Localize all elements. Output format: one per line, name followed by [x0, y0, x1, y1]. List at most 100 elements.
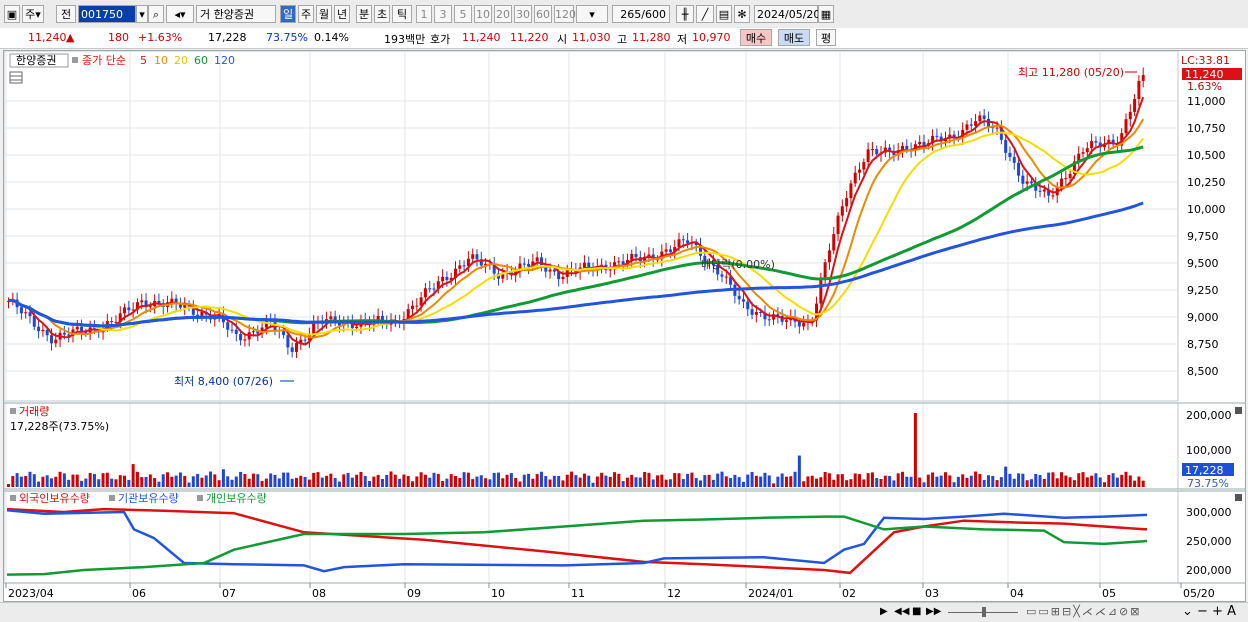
tab-month[interactable]: 월 — [316, 5, 332, 23]
candle-body — [411, 305, 415, 310]
interval-dropdown[interactable]: ▾ — [576, 5, 608, 23]
tab-minute[interactable]: 분 — [356, 5, 372, 23]
interval-30[interactable]: 30 — [514, 5, 532, 23]
volume-bar — [368, 480, 372, 487]
legend-square-icon — [197, 495, 203, 501]
volume-bar — [49, 478, 53, 487]
zoom-controls-icons[interactable]: ⌄ − + A — [1182, 604, 1244, 620]
price-tick-label: 9,500 — [1187, 257, 1219, 270]
volume-bar — [1051, 472, 1055, 487]
search-icon[interactable]: ⌕ — [148, 5, 164, 23]
volume-bar — [140, 477, 144, 487]
volume-bar — [286, 472, 290, 487]
calendar-icon[interactable]: ▦ — [818, 5, 834, 23]
fast-forward-icon[interactable]: ▶▶ — [926, 606, 941, 618]
chevron-down-icon[interactable]: ▾ — [136, 5, 148, 23]
candle-body — [862, 162, 866, 170]
volume-bar — [643, 471, 647, 487]
volume-bar — [471, 479, 475, 487]
date-field[interactable]: 2024/05/20 — [754, 5, 820, 23]
volume-bar — [840, 474, 844, 487]
x-tick-label: 2023/04 — [8, 587, 54, 600]
open-label: 시 — [557, 33, 568, 46]
volume-bar — [273, 474, 277, 487]
volume-bar — [875, 478, 879, 487]
candle-body — [230, 329, 234, 331]
candle-body — [737, 295, 741, 300]
candle-icon[interactable]: ╫ — [676, 5, 694, 23]
holdings-close-icon[interactable] — [1235, 494, 1242, 501]
drawing-tools-icons[interactable]: ▭▭⊞⊟╳⋌⋌⊿⊘⊠ — [1026, 605, 1176, 619]
ma-label: 종가 단순 — [82, 54, 126, 67]
save-icon[interactable]: ▤ — [716, 5, 732, 23]
sell-button[interactable]: 매도 — [778, 29, 810, 46]
candle-body — [286, 335, 290, 348]
volume-bar — [183, 475, 187, 487]
table-icon[interactable] — [9, 71, 23, 84]
volume-bar — [269, 473, 273, 487]
candle-body — [840, 206, 844, 216]
interval-20[interactable]: 20 — [494, 5, 512, 23]
candle-body — [75, 326, 79, 330]
volume-bar — [561, 480, 565, 487]
interval-60[interactable]: 60 — [534, 5, 552, 23]
volume-bar — [290, 478, 294, 487]
rewind-icon[interactable]: ◀◀ — [894, 606, 909, 618]
volume-bar — [1047, 472, 1051, 487]
window-icon[interactable]: ▣ — [4, 5, 20, 23]
x-tick-label: 2024/01 — [748, 587, 794, 600]
type-dropdown[interactable]: 주▾ — [22, 5, 44, 23]
candle-body — [767, 319, 771, 321]
volume-bar — [750, 471, 754, 487]
volume-bar — [858, 474, 862, 487]
count-field[interactable]: 265/600 — [612, 5, 670, 23]
price-chart-svg[interactable]: 한양증권 종가 단순 5 10 20 60 120 최고 11,280 (05/… — [4, 51, 1245, 601]
volume-last-value: 17,228 — [1185, 464, 1224, 477]
volume-bar — [226, 476, 230, 487]
volume-bar — [67, 479, 71, 487]
candle-body — [303, 339, 307, 341]
ma-60-label: 60 — [194, 54, 208, 67]
volume-bar — [733, 474, 737, 487]
volume-bar — [772, 483, 776, 487]
tab-tick[interactable]: 틱 — [392, 5, 412, 23]
candle-body — [1008, 152, 1012, 158]
volume-bar — [350, 477, 354, 487]
volume-bar — [660, 474, 664, 487]
scroll-right-icon[interactable]: ▶ — [880, 606, 890, 618]
interval-10[interactable]: 10 — [474, 5, 492, 23]
zoom-slider-handle[interactable] — [982, 607, 986, 617]
chart-area[interactable]: 한양증권 종가 단순 5 10 20 60 120 최고 11,280 (05/… — [3, 50, 1246, 602]
stock-name-field[interactable]: 거 한양증권 — [196, 5, 276, 23]
candle-body — [849, 183, 853, 199]
buy-button[interactable]: 매수 — [740, 29, 772, 46]
tab-day[interactable]: 일 — [280, 5, 296, 23]
stock-code-input[interactable]: 001750 — [78, 5, 136, 23]
x-tick-label: 10 — [491, 587, 505, 600]
interval-3[interactable]: 3 — [434, 5, 452, 23]
gear-icon[interactable]: ✻ — [734, 5, 750, 23]
interval-1[interactable]: 1 — [416, 5, 432, 23]
tab-second[interactable]: 초 — [374, 5, 390, 23]
line-icon[interactable]: ╱ — [696, 5, 714, 23]
volume-bar — [986, 475, 990, 487]
interval-5[interactable]: 5 — [454, 5, 472, 23]
volume-bar — [888, 475, 892, 487]
volume-bar — [905, 476, 909, 487]
volume-bar — [157, 481, 161, 487]
bid-price: 11,220 — [510, 31, 549, 44]
volume-close-icon[interactable] — [1235, 407, 1242, 414]
candle-body — [965, 124, 969, 130]
speaker-icon[interactable]: ◂▾ — [166, 5, 194, 23]
candle-body — [819, 279, 823, 304]
tab-week[interactable]: 주 — [298, 5, 314, 23]
stop-icon[interactable]: ■ — [912, 606, 922, 618]
interval-120[interactable]: 120 — [554, 5, 576, 23]
prev-button[interactable]: 전 — [56, 5, 76, 23]
tab-year[interactable]: 년 — [334, 5, 350, 23]
volume-bar — [1008, 473, 1012, 487]
max-annotation: 최고 11,280 (05/20) — [1018, 66, 1124, 79]
average-button[interactable]: 평 — [816, 29, 836, 46]
candle-body — [1094, 141, 1098, 143]
volume-bar — [282, 472, 286, 487]
